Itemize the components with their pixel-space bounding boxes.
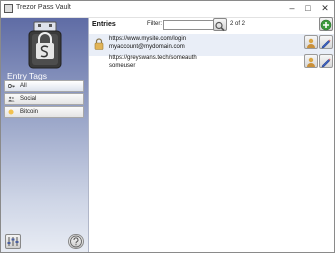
add-entry-button[interactable] [319,17,333,31]
tag-all[interactable]: All [4,80,84,92]
entry-url: https://www.mysite.com/login [109,36,187,42]
show-entry-button[interactable] [304,35,318,49]
entry-username: someuser [109,63,136,69]
app-icon [4,4,13,13]
sliders-icon [7,237,19,246]
window-title: Trezor Pass Vault [16,4,71,11]
face-show-icon [307,38,315,48]
tag-social[interactable]: Social [4,93,84,105]
padlock-icon [94,38,104,50]
tag-bitcoin-label: Bitcoin [20,109,39,115]
bitcoin-icon [8,109,14,115]
edit-entry-button[interactable] [319,54,333,68]
search-button[interactable] [213,18,227,32]
maximize-button[interactable]: □ [302,2,314,14]
entry-count: 2 of 2 [230,21,246,27]
tag-social-label: Social [20,96,37,102]
show-entry-button[interactable] [304,54,318,68]
entry-row[interactable]: https://greyswans.tech/someauth someuser [89,53,334,75]
settings-button[interactable] [5,234,21,249]
magnifier-icon [215,21,225,32]
entry-username: myaccount@mydomain.com [109,44,185,50]
edit-entry-button[interactable] [319,35,333,49]
tag-bitcoin[interactable]: Bitcoin [4,106,84,118]
pencil-icon [321,39,331,49]
usb-key-padlock-icon [28,21,62,69]
face-show-icon [307,57,315,67]
pencil-icon [321,58,331,68]
entry-url: https://greyswans.tech/someauth [109,55,197,61]
minimize-button[interactable]: – [286,2,298,14]
key-icon [8,84,15,88]
entries-heading: Entries [92,21,116,28]
title-bar: Trezor Pass Vault – □ ✕ [1,1,334,18]
question-mark-icon [70,235,82,248]
people-icon [8,96,15,102]
plus-icon [320,19,332,31]
filter-input[interactable] [163,20,217,30]
tag-all-label: All [20,83,27,89]
filter-label: Filter: [147,21,162,27]
sidebar: Entry Tags All Social Bitcoin [1,18,89,252]
app-window: Trezor Pass Vault – □ ✕ Entry Tags All S… [0,0,335,253]
close-button[interactable]: ✕ [319,2,331,14]
help-button[interactable] [68,234,84,249]
